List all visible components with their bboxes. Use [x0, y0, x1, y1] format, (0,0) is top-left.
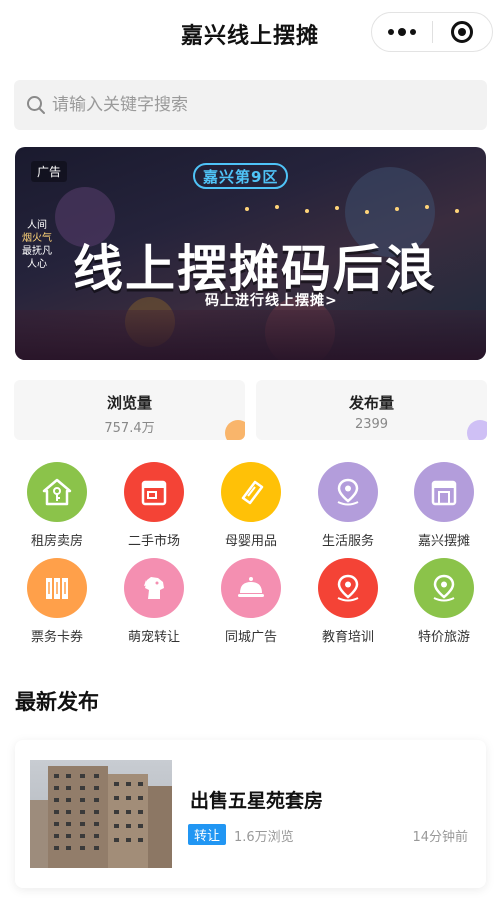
stat-label: 浏览量: [106, 394, 152, 412]
dog-icon: [124, 558, 184, 618]
category-jiaxing-stall[interactable]: 嘉兴摆摊: [404, 462, 484, 549]
nav-bar: 嘉兴线上摆摊: [0, 0, 500, 68]
search-input[interactable]: [52, 95, 452, 115]
close-mini-program-button[interactable]: [432, 13, 492, 51]
category-pets[interactable]: 萌宠转让: [114, 558, 194, 645]
category-baby-goods[interactable]: 母婴用品: [211, 462, 291, 549]
mini-program-capsule: [371, 12, 493, 52]
decorative-circle: [225, 420, 245, 440]
search-bar[interactable]: [14, 80, 487, 130]
category-local-ads[interactable]: 同城广告: [211, 558, 291, 645]
market-scene: [15, 310, 486, 360]
promo-banner[interactable]: 广告 嘉兴第9区 人间 烟火气 最抚凡人心 线上摆摊码后浪 码上进行线上摆摊>: [15, 147, 486, 360]
stall-icon: [414, 462, 474, 522]
ad-label: 广告: [31, 161, 68, 182]
tag-icon: [221, 462, 281, 522]
shop-icon: [124, 462, 184, 522]
listing-views: 1.6万浏览: [234, 830, 294, 845]
category-discount-travel[interactable]: 特价旅游: [404, 558, 484, 645]
search-icon: [27, 96, 45, 114]
stat-value: 2399: [354, 417, 389, 432]
tickets-icon: [27, 558, 87, 618]
more-options-button[interactable]: [372, 13, 432, 51]
category-rent-sell-house[interactable]: 租房卖房: [17, 462, 97, 549]
section-title-latest: 最新发布: [15, 690, 99, 714]
listing-time: 14分钟前: [412, 830, 468, 845]
location-pin-icon: [318, 462, 378, 522]
location-pin-icon: [318, 558, 378, 618]
banner-subline: 码上进行线上摆摊>: [205, 293, 338, 309]
decorative-circle: [467, 420, 487, 440]
stat-views: 浏览量 757.4万: [14, 380, 245, 440]
bell-icon: [221, 558, 281, 618]
category-second-hand[interactable]: 二手市场: [114, 462, 194, 549]
category-education[interactable]: 教育培训: [308, 558, 388, 645]
category-life-services[interactable]: 生活服务: [308, 462, 388, 549]
banner-side-text: 人间 烟火气 最抚凡人心: [22, 220, 52, 270]
listing-title: 出售五星苑套房: [190, 790, 324, 812]
house-icon: [27, 462, 87, 522]
stat-label: 发布量: [348, 394, 394, 412]
target-icon: [451, 21, 474, 43]
location-pin-icon: [414, 558, 474, 618]
listing-tag: 转让: [188, 824, 227, 845]
category-tickets[interactable]: 票务卡券: [17, 558, 97, 645]
listing-thumbnail: [30, 760, 172, 868]
listing-card[interactable]: 出售五星苑套房 转让 1.6万浏览 14分钟前: [15, 740, 486, 888]
stat-value: 757.4万: [104, 421, 155, 436]
brand-logo: 嘉兴第9区: [193, 163, 289, 189]
stat-posts: 发布量 2399: [256, 380, 487, 440]
